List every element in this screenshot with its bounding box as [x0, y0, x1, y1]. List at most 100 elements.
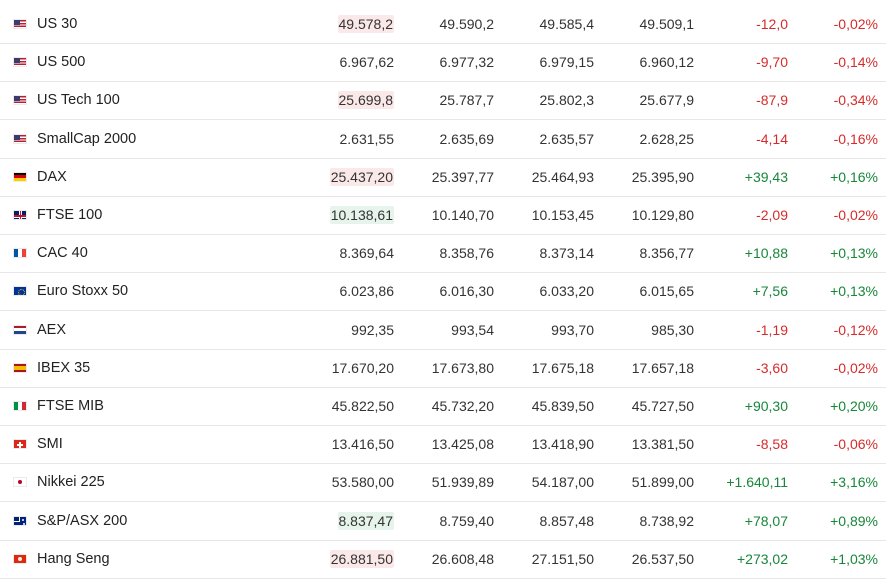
index-name-link[interactable]: DAX — [37, 159, 67, 196]
high-price-cell: 45.839,50 — [484, 388, 594, 425]
index-name-link[interactable]: Euro Stoxx 50 — [37, 273, 128, 310]
high-price-cell: 6.979,15 — [484, 44, 595, 81]
table-row[interactable]: IBEX 35 17.670,20 17.673,80 17.675,18 17.657… — [0, 350, 886, 388]
change-percent-cell: +3,16% — [768, 464, 878, 501]
high-price-cell: 13.418,90 — [484, 426, 594, 463]
last-price-cell: 49.578,2 — [284, 6, 394, 43]
us-flag-icon — [13, 57, 27, 68]
change-percent-cell-value: +1,03% — [830, 550, 878, 567]
table-row[interactable]: Euro Stoxx 50 6.023,86 6.016,30 6.033,20 6.0… — [0, 273, 886, 312]
last-price-cell: 6.967,62 — [284, 44, 395, 81]
index-name-link[interactable]: S&P/ASX 200 — [37, 503, 127, 540]
last-price-cell: 45.822,50 — [284, 388, 394, 425]
table-row[interactable]: US 30 49.578,2 49.590,2 49.585,4 49.509,1 -12… — [0, 6, 886, 44]
change-percent-cell-value: -0,12% — [833, 321, 878, 338]
last-price-cell: 992,35 — [284, 312, 394, 349]
table-row[interactable]: Hang Seng 26.881,50 26.608,48 27.151,50 26.5… — [0, 541, 886, 579]
change-percent-cell: -0,34% — [768, 82, 878, 119]
change-percent-cell: +0,16% — [768, 159, 878, 196]
table-row[interactable]: S&P/ASX 200 8.837,47 8.759,40 8.857,48 8.738… — [0, 503, 886, 541]
italy-flag-icon — [13, 401, 27, 411]
france-flag-icon — [13, 248, 27, 259]
change-percent-cell: -0,06% — [768, 426, 878, 463]
open-price-cell: 17.673,80 — [384, 350, 494, 387]
japan-flag-icon — [13, 477, 27, 488]
table-row[interactable]: Nikkei 225 53.580,00 51.939,89 54.187,00 51.… — [0, 464, 886, 503]
high-price-cell: 2.635,57 — [484, 121, 595, 158]
open-price-cell: 2.635,69 — [384, 121, 495, 158]
last-price-cell: 25.699,8 — [284, 82, 394, 119]
last-price-cell: 13.416,50 — [284, 426, 394, 463]
change-percent-cell-value: +0,13% — [830, 245, 878, 262]
index-name-link[interactable]: AEX — [37, 312, 66, 349]
index-name-link[interactable]: US 30 — [37, 6, 77, 43]
open-price-cell: 10.140,70 — [384, 197, 494, 234]
change-percent-cell: +0,13% — [768, 235, 878, 272]
indices-table: US 30 49.578,2 49.590,2 49.585,4 49.509,1 -12… — [0, 0, 886, 579]
last-price-cell: 8.369,64 — [284, 235, 395, 272]
change-percent-cell-value: -0,02% — [833, 207, 878, 223]
change-percent-cell-value: -0,06% — [833, 436, 878, 453]
high-price-cell: 10.153,45 — [484, 197, 594, 234]
table-row[interactable]: SmallCap 2000 2.631,55 2.635,69 2.635,57 2.6… — [0, 121, 886, 159]
table-row[interactable]: US 500 6.967,62 6.977,32 6.979,15 6.960,12 -9… — [0, 44, 886, 83]
index-name-link[interactable]: US Tech 100 — [37, 82, 120, 119]
open-price-cell: 25.397,77 — [384, 159, 494, 196]
germany-flag-icon — [13, 171, 27, 182]
high-price-cell: 27.151,50 — [484, 541, 594, 578]
open-price-cell: 8.358,76 — [384, 235, 495, 272]
index-name-link[interactable]: SmallCap 2000 — [37, 121, 136, 158]
index-name-link[interactable]: SMI — [37, 426, 63, 463]
index-name-link[interactable]: CAC 40 — [37, 235, 88, 272]
table-row[interactable]: FTSE MIB 45.822,50 45.732,20 45.839,50 45.72… — [0, 388, 886, 426]
last-price-cell: 10.138,61 — [284, 197, 394, 234]
change-percent-cell-value: +0,89% — [830, 512, 878, 529]
high-price-cell: 8.373,14 — [484, 235, 595, 272]
table-row[interactable]: FTSE 100 10.138,61 10.140,70 10.153,45 10.12… — [0, 197, 886, 235]
change-percent-cell: -0,02% — [768, 197, 878, 234]
last-price-cell: 17.670,20 — [284, 350, 394, 387]
change-percent-cell: -0,02% — [768, 350, 878, 387]
index-name-link[interactable]: US 500 — [37, 44, 85, 81]
us-flag-icon — [13, 19, 27, 29]
table-row[interactable]: DAX 25.437,20 25.397,77 25.464,93 25.395,90 +… — [0, 159, 886, 197]
index-name-link[interactable]: FTSE MIB — [37, 388, 104, 425]
high-price-cell: 54.187,00 — [484, 464, 594, 501]
us-flag-icon — [13, 95, 27, 106]
australia-flag-icon — [13, 515, 27, 526]
index-name-link[interactable]: Hang Seng — [37, 541, 110, 578]
high-price-cell: 993,70 — [484, 312, 594, 349]
us-flag-icon — [13, 133, 27, 144]
change-percent-cell: -0,12% — [768, 312, 878, 349]
table-row[interactable]: US Tech 100 25.699,8 25.787,7 25.802,3 25.67… — [0, 82, 886, 121]
high-price-cell: 49.585,4 — [484, 6, 595, 43]
index-name-link[interactable]: FTSE 100 — [37, 197, 102, 234]
change-percent-cell: +0,13% — [768, 273, 878, 310]
open-price-cell: 51.939,89 — [384, 464, 494, 501]
change-percent-cell-value: -0,16% — [833, 130, 878, 147]
open-price-cell: 993,54 — [384, 312, 494, 349]
open-price-cell: 13.425,08 — [384, 426, 494, 463]
open-price-cell: 49.590,2 — [384, 6, 495, 43]
change-percent-cell-value: -0,34% — [833, 92, 878, 109]
open-price-cell: 25.787,7 — [384, 82, 495, 119]
high-price-cell: 25.464,93 — [484, 159, 594, 196]
open-price-cell: 8.759,40 — [384, 503, 495, 540]
change-percent-cell: +1,03% — [768, 541, 878, 578]
change-percent-cell-value: -0,14% — [833, 54, 878, 71]
last-price-cell: 6.023,86 — [284, 273, 395, 310]
last-price-cell: 26.881,50 — [284, 541, 394, 578]
change-percent-cell-value: -0,02% — [833, 359, 878, 376]
change-percent-cell: -0,16% — [768, 121, 878, 158]
last-price-cell: 53.580,00 — [284, 464, 394, 501]
switzerland-flag-icon — [13, 439, 27, 450]
table-row[interactable]: SMI 13.416,50 13.425,08 13.418,90 13.381,50-… — [0, 426, 886, 465]
last-price-cell: 8.837,47 — [284, 503, 394, 540]
index-name-link[interactable]: IBEX 35 — [37, 350, 90, 387]
table-row[interactable]: AEX 992,35 993,54 993,70 985,30 -1,19 -0,12% — [0, 312, 886, 350]
change-percent-cell-value: +0,16% — [830, 168, 878, 185]
change-percent-cell: +0,20% — [768, 388, 878, 425]
index-name-link[interactable]: Nikkei 225 — [37, 464, 105, 501]
table-row[interactable]: CAC 40 8.369,64 8.358,76 8.373,14 8.356,77 +1… — [0, 235, 886, 274]
change-percent-cell-value: +0,20% — [830, 398, 878, 414]
